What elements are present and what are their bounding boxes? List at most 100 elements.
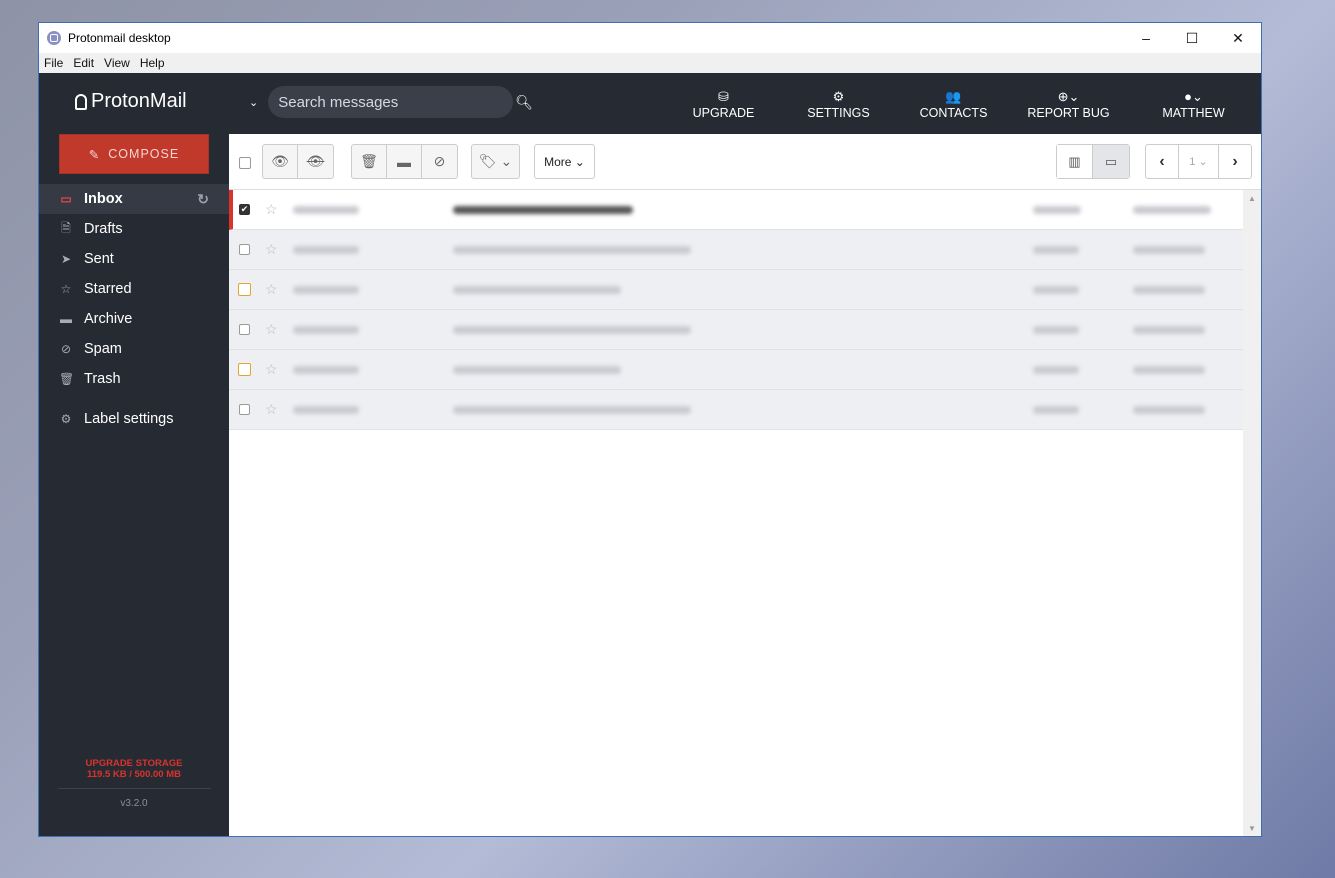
- nav-contacts[interactable]: 👥 CONTACTS: [896, 73, 1011, 134]
- upgrade-icon: ⛁: [718, 89, 729, 104]
- more-dropdown-button[interactable]: More ⌄: [534, 144, 595, 179]
- sidebar-item-trash[interactable]: 🗑 Trash: [39, 364, 229, 394]
- sidebar-item-drafts[interactable]: 🗎 Drafts: [39, 214, 229, 244]
- menu-edit[interactable]: Edit: [68, 56, 99, 70]
- search-options-chevron-icon[interactable]: ⌄: [249, 96, 258, 109]
- protonmail-logo[interactable]: ProtonMail: [75, 90, 187, 113]
- message-list: ✔ ☆ ☆ ☆ ☆ ☆ ☆: [229, 190, 1261, 430]
- message-checkbox[interactable]: [238, 283, 251, 296]
- message-checkbox[interactable]: ✔: [239, 204, 250, 215]
- search-input[interactable]: [268, 86, 514, 118]
- message-checkbox[interactable]: [239, 244, 250, 255]
- archive-icon: ▬: [60, 312, 72, 326]
- message-row[interactable]: ☆: [229, 230, 1244, 270]
- sidebar-item-spam[interactable]: ⊘ Spam: [39, 334, 229, 364]
- message-row[interactable]: ☆: [229, 270, 1244, 310]
- star-icon[interactable]: ☆: [265, 241, 278, 258]
- row-layout-button[interactable]: ▭: [1093, 145, 1129, 178]
- message-size: [1033, 245, 1079, 254]
- message-checkbox[interactable]: [239, 404, 250, 415]
- star-icon[interactable]: ☆: [265, 281, 278, 298]
- title-bar: Protonmail desktop – ☐ ✕: [39, 23, 1261, 53]
- message-checkbox[interactable]: [239, 324, 250, 335]
- ban-icon: ⊘: [60, 342, 72, 356]
- sidebar-item-label: Label settings: [84, 411, 174, 427]
- mark-read-button[interactable]: 👁: [263, 145, 298, 178]
- app-window: Protonmail desktop – ☐ ✕ File Edit View …: [38, 22, 1262, 837]
- message-time: [1133, 325, 1205, 334]
- message-row[interactable]: ☆: [229, 390, 1244, 430]
- archive-icon: ▬: [397, 153, 411, 170]
- nav-user-menu[interactable]: ●⌄ MATTHEW: [1126, 73, 1261, 134]
- eye-icon: 👁: [271, 153, 289, 169]
- close-button[interactable]: ✕: [1215, 23, 1261, 53]
- message-sender: [293, 405, 359, 414]
- star-icon[interactable]: ☆: [265, 401, 278, 418]
- window-title: Protonmail desktop: [68, 31, 171, 45]
- lifebuoy-icon: ⊕⌄: [1057, 89, 1080, 104]
- message-subject: [453, 405, 691, 414]
- minimize-button[interactable]: –: [1123, 23, 1169, 53]
- select-all-checkbox[interactable]: [239, 157, 251, 169]
- message-row[interactable]: ☆: [229, 350, 1244, 390]
- message-time: [1133, 365, 1205, 374]
- message-size: [1033, 365, 1079, 374]
- contacts-icon: 👥: [945, 89, 962, 104]
- message-subject: [453, 205, 633, 214]
- sidebar-item-inbox[interactable]: ▭ Inbox ↻: [39, 184, 229, 214]
- layout-toggle-group: ▥ ▭: [1056, 144, 1130, 179]
- page-select[interactable]: 1 ⌄: [1178, 145, 1219, 178]
- nav-upgrade[interactable]: ⛁ UPGRADE: [666, 73, 781, 134]
- message-list-scrollbar[interactable]: ▲ ▼: [1243, 190, 1261, 836]
- label-dropdown-button[interactable]: 🏷 ⌄: [472, 145, 519, 178]
- star-icon[interactable]: ☆: [265, 321, 278, 338]
- archive-button[interactable]: ▬: [387, 145, 422, 178]
- chevron-down-icon: ⌄: [571, 154, 585, 169]
- message-size: [1033, 205, 1081, 214]
- trash-button[interactable]: 🗑: [352, 145, 387, 178]
- draft-icon: 🗎: [61, 220, 71, 235]
- scroll-down-arrow-icon[interactable]: ▼: [1248, 824, 1256, 833]
- refresh-icon[interactable]: ↻: [197, 191, 209, 208]
- scroll-up-arrow-icon[interactable]: ▲: [1248, 194, 1256, 203]
- sidebar-item-label: Starred: [84, 281, 132, 297]
- pagination: ‹ 1 ⌄ ›: [1145, 144, 1252, 179]
- search-icon[interactable]: 🔍︎: [515, 94, 533, 111]
- sidebar-item-label-settings[interactable]: ⚙ Label settings: [39, 404, 229, 434]
- next-page-button[interactable]: ›: [1219, 145, 1251, 178]
- message-list-pane: 👁 👁 🗑 ▬ ⊘ 🏷 ⌄ More ⌄ ▥ ▭ ‹ 1 ⌄ › ✔ ☆ ☆ ☆…: [229, 134, 1261, 836]
- message-row[interactable]: ☆: [229, 310, 1244, 350]
- sidebar-item-archive[interactable]: ▬ Archive: [39, 304, 229, 334]
- spam-button[interactable]: ⊘: [422, 145, 457, 178]
- menu-file[interactable]: File: [39, 56, 68, 70]
- message-checkbox[interactable]: [238, 363, 251, 376]
- maximize-button[interactable]: ☐: [1169, 23, 1215, 53]
- menu-view[interactable]: View: [99, 56, 135, 70]
- star-icon[interactable]: ☆: [265, 201, 278, 218]
- previous-page-button[interactable]: ‹: [1146, 145, 1178, 178]
- sidebar-item-sent[interactable]: ➤ Sent: [39, 244, 229, 274]
- column-layout-button[interactable]: ▥: [1057, 145, 1093, 178]
- sidebar-item-label: Archive: [84, 311, 133, 327]
- logo-text: ProtonMail: [91, 90, 187, 112]
- compose-button[interactable]: ✎ COMPOSE: [59, 134, 209, 174]
- read-toggle-group: 👁 👁: [262, 144, 334, 179]
- sidebar: ✎ COMPOSE ▭ Inbox ↻ 🗎 Drafts ➤ Sent ☆ St…: [39, 134, 229, 836]
- trash-icon: 🗑: [360, 153, 378, 169]
- menu-help[interactable]: Help: [135, 56, 170, 70]
- paper-plane-icon: ➤: [60, 252, 72, 266]
- mark-unread-button[interactable]: 👁: [298, 145, 333, 178]
- sidebar-item-starred[interactable]: ☆ Starred: [39, 274, 229, 304]
- upgrade-storage-link[interactable]: UPGRADE STORAGE 119.5 KB / 500.00 MB: [39, 758, 229, 780]
- nav-upgrade-label: UPGRADE: [692, 106, 755, 120]
- message-sender: [293, 205, 359, 214]
- nav-settings-label: SETTINGS: [807, 106, 870, 120]
- compose-label: COMPOSE: [108, 147, 180, 161]
- nav-report-bug[interactable]: ⊕⌄ REPORT BUG: [1011, 73, 1126, 134]
- rows-icon: ▭: [1104, 153, 1118, 169]
- message-row[interactable]: ✔ ☆: [229, 190, 1244, 230]
- message-size: [1033, 325, 1079, 334]
- star-icon[interactable]: ☆: [265, 361, 278, 378]
- nav-settings[interactable]: ⚙ SETTINGS: [781, 73, 896, 134]
- message-time: [1133, 405, 1205, 414]
